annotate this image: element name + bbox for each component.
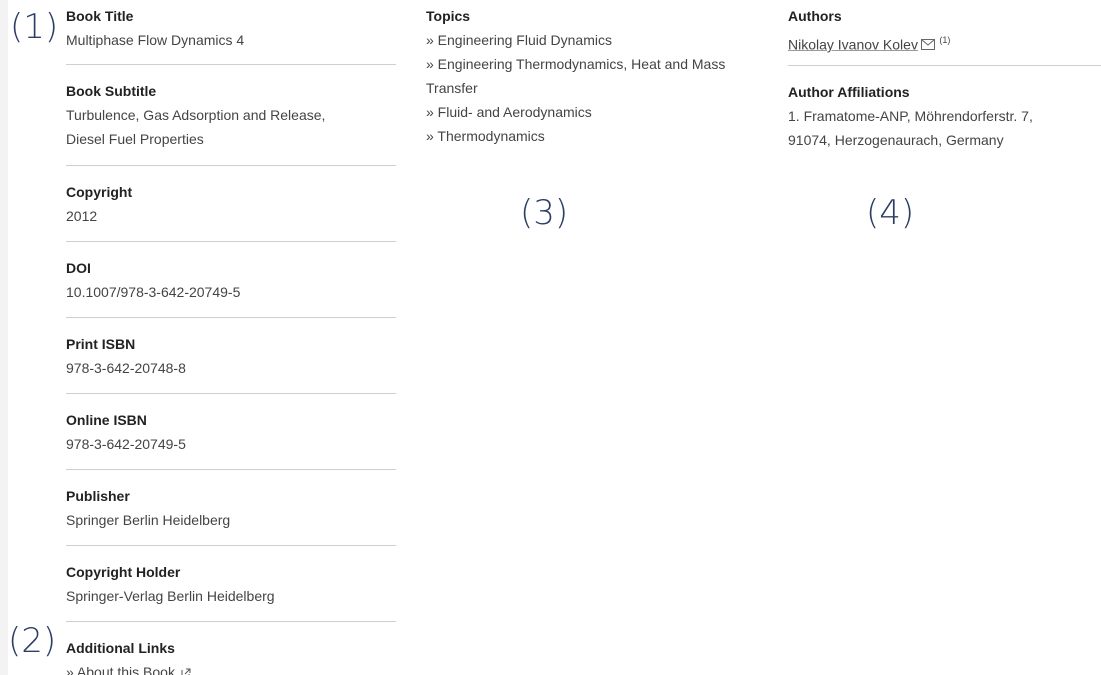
topic-link-engineering-thermodynamics[interactable]: » Engineering Thermodynamics, Heat and M…	[426, 52, 736, 100]
page-left-strip	[0, 0, 8, 675]
online-isbn-label: Online ISBN	[66, 412, 147, 428]
book-title-label: Book Title	[66, 8, 134, 24]
copyright-holder-value: Springer-Verlag Berlin Heidelberg	[66, 588, 275, 604]
book-subtitle-field: Book Subtitle Turbulence, Gas Adsorption…	[66, 81, 396, 166]
book-subtitle-label: Book Subtitle	[66, 83, 157, 99]
authors-field: Authors Nikolay Ivanov Kolev (1)	[788, 6, 1101, 66]
print-isbn-field: Print ISBN 978-3-642-20748-8	[66, 334, 396, 394]
doi-value: 10.1007/978-3-642-20749-5	[66, 284, 241, 300]
affiliation-ref: (1)	[939, 35, 951, 45]
book-title-value: Multiphase Flow Dynamics 4	[66, 32, 245, 48]
authors-column: Authors Nikolay Ivanov Kolev (1) Author …	[788, 6, 1101, 152]
print-isbn-value: 978-3-642-20748-8	[66, 360, 186, 376]
topic-link-thermodynamics[interactable]: » Thermodynamics	[426, 124, 746, 148]
online-isbn-value: 978-3-642-20749-5	[66, 436, 186, 452]
online-isbn-field: Online ISBN 978-3-642-20749-5	[66, 410, 396, 470]
doi-field: DOI 10.1007/978-3-642-20749-5	[66, 258, 396, 318]
annotation-marker-3: (3)	[520, 193, 569, 233]
annotation-marker-1: (1)	[10, 7, 59, 47]
external-link-icon	[181, 668, 191, 675]
publisher-value: Springer Berlin Heidelberg	[66, 512, 231, 528]
topic-link-engineering-fluid-dynamics[interactable]: » Engineering Fluid Dynamics	[426, 28, 746, 52]
author-name-link[interactable]: Nikolay Ivanov Kolev	[788, 36, 918, 52]
additional-links-field: Additional Links » About this Book	[66, 638, 396, 675]
publisher-field: Publisher Springer Berlin Heidelberg	[66, 486, 396, 546]
copyright-label: Copyright	[66, 184, 133, 200]
copyright-value: 2012	[66, 208, 98, 224]
mail-icon[interactable]	[920, 39, 935, 51]
author-entry: Nikolay Ivanov Kolev (1)	[788, 28, 1101, 57]
additional-links-label: Additional Links	[66, 640, 175, 656]
annotation-marker-4: (4)	[866, 193, 915, 233]
book-metadata-column: Book Title Multiphase Flow Dynamics 4 Bo…	[66, 6, 396, 675]
about-this-book-link-text[interactable]: » About this Book	[66, 664, 175, 675]
author-affiliations-field: Author Affiliations 1. Framatome-ANP, Mö…	[788, 82, 1101, 152]
author-affiliation-text: 1. Framatome-ANP, Möhrendorferstr. 7, 91…	[788, 108, 1033, 148]
copyright-field: Copyright 2012	[66, 182, 396, 242]
about-this-book-link[interactable]: » About this Book	[66, 660, 396, 675]
copyright-holder-field: Copyright Holder Springer-Verlag Berlin …	[66, 562, 396, 622]
copyright-holder-label: Copyright Holder	[66, 564, 181, 580]
book-title-field: Book Title Multiphase Flow Dynamics 4	[66, 6, 396, 65]
author-affiliations-label: Author Affiliations	[788, 84, 910, 100]
doi-label: DOI	[66, 260, 91, 276]
topic-link-fluid-aerodynamics[interactable]: » Fluid- and Aerodynamics	[426, 100, 746, 124]
annotation-marker-2: (2)	[8, 621, 57, 661]
authors-label: Authors	[788, 8, 842, 24]
book-subtitle-value: Turbulence, Gas Adsorption and Release, …	[66, 107, 326, 147]
topics-column: Topics » Engineering Fluid Dynamics » En…	[426, 6, 746, 148]
publisher-label: Publisher	[66, 488, 130, 504]
topics-label: Topics	[426, 8, 471, 24]
print-isbn-label: Print ISBN	[66, 336, 136, 352]
